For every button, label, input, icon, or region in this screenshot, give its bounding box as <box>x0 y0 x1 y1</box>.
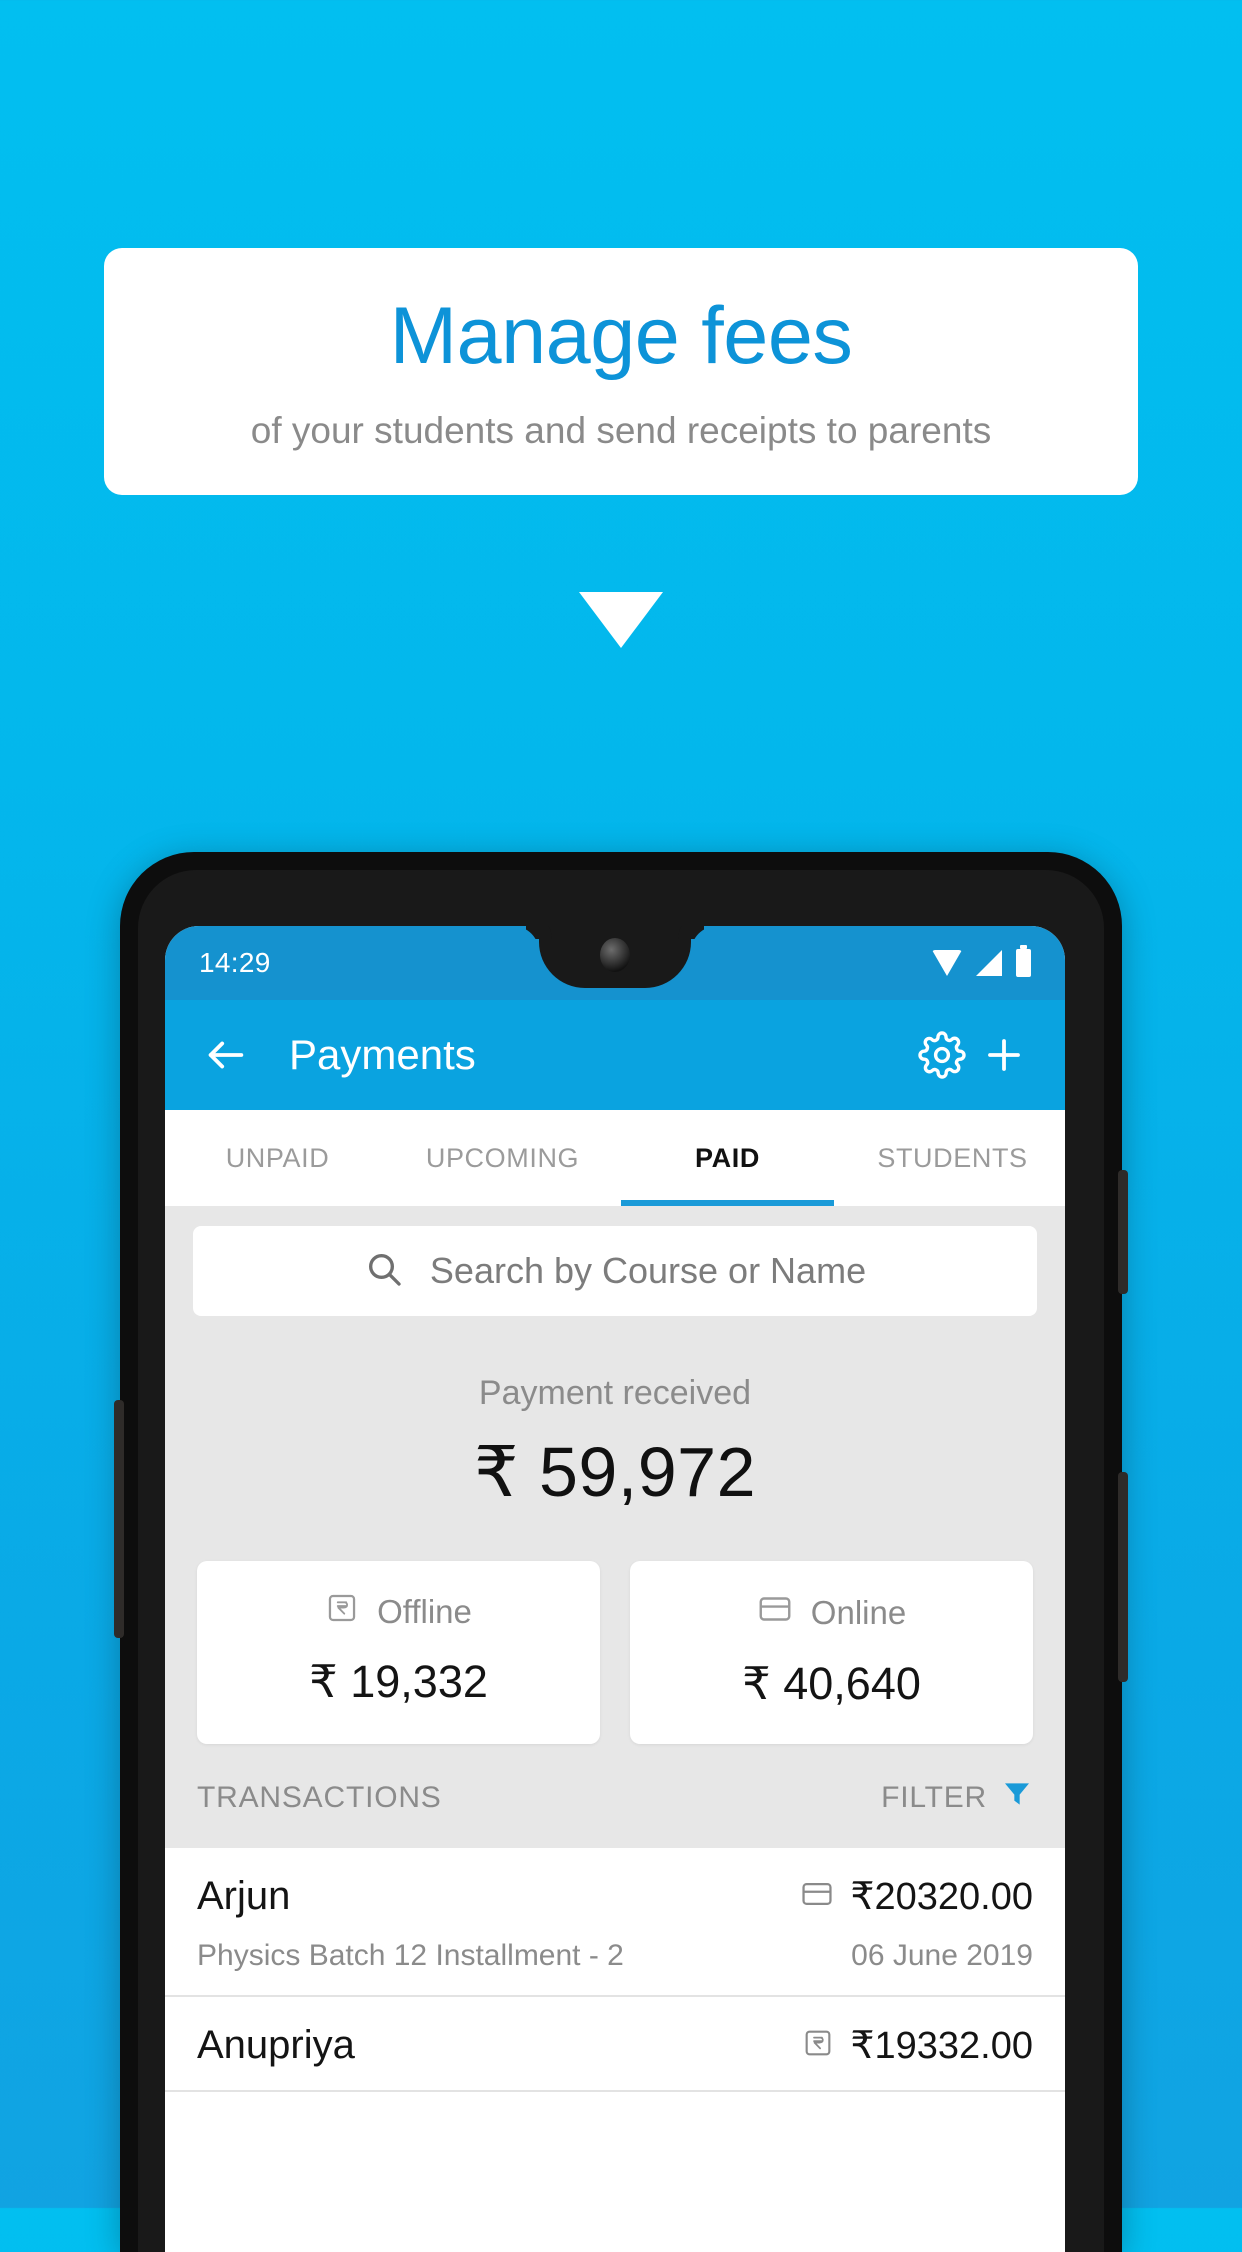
payment-received-label: Payment received <box>478 1374 752 1412</box>
battery-icon <box>1016 945 1031 977</box>
app-bar-title: Payments <box>289 1031 476 1078</box>
status-bar-clock: 14:29 <box>199 947 271 978</box>
transaction-name: Arjun <box>197 1874 291 1918</box>
payment-split-cards: Offline ₹ 19,332 Online ₹ 40,640 <box>165 1525 1065 1744</box>
promo-callout-tail <box>579 592 663 648</box>
transaction-secondary-line: Physics Batch 12 Installment - 2 06 June… <box>197 1939 1033 1973</box>
offline-card-label: Offline <box>377 1593 472 1630</box>
online-card-header: Online <box>630 1591 1033 1635</box>
transaction-description: Physics Batch 12 Installment - 2 <box>197 1939 624 1972</box>
filter-label: FILTER <box>881 1781 987 1814</box>
online-card-icon <box>757 1591 793 1635</box>
online-card-icon <box>800 1877 834 1916</box>
offline-card-header: Offline <box>197 1591 600 1633</box>
display-notch <box>539 926 691 988</box>
wifi-icon <box>932 950 962 976</box>
table-row[interactable]: Arjun ₹20320.00 Physics Batch 12 Install… <box>165 1848 1065 1997</box>
transaction-primary-line: Arjun ₹20320.00 <box>197 1874 1033 1919</box>
table-row[interactable]: Anupriya ₹19332.00 <box>165 1997 1065 2092</box>
left-side-button[interactable] <box>114 1400 124 1638</box>
online-card-label: Online <box>810 1594 907 1631</box>
promo-title: Manage fees <box>389 291 853 381</box>
transaction-name: Anupriya <box>197 2023 355 2067</box>
transaction-amount-group: ₹19332.00 <box>802 2023 1033 2068</box>
tab-paid[interactable]: PAID <box>615 1110 840 1206</box>
promo-subtitle: of your students and send receipts to pa… <box>250 410 992 452</box>
search-icon <box>364 1249 404 1294</box>
paid-tab-content: Search by Course or Name Payment receive… <box>165 1206 1065 1848</box>
app-bar: Payments <box>165 1000 1065 1110</box>
tab-students[interactable]: STUDENTS <box>840 1110 1065 1206</box>
power-button[interactable] <box>1118 1170 1128 1294</box>
online-card-amount: ₹ 40,640 <box>742 1658 921 1709</box>
transaction-date: 06 June 2019 <box>851 1939 1033 1972</box>
promo-callout: Manage fees of your students and send re… <box>104 248 1138 496</box>
payment-summary: Payment received ₹ 59,972 <box>165 1316 1065 1525</box>
search-placeholder: Search by Course or Name <box>429 1250 867 1291</box>
front-camera-icon <box>600 938 630 972</box>
transactions-header: TRANSACTIONS FILTER <box>165 1744 1065 1848</box>
plus-icon[interactable] <box>973 1024 1035 1086</box>
online-card[interactable]: Online ₹ 40,640 <box>630 1561 1033 1744</box>
phone-mockup: 14:29 Payments UNPAID UPCOMING PAID STUD… <box>114 852 1128 2252</box>
offline-rupee-icon <box>325 1591 359 1633</box>
transaction-primary-line: Anupriya ₹19332.00 <box>197 2023 1033 2068</box>
gear-icon[interactable] <box>911 1024 973 1086</box>
tab-unpaid[interactable]: UNPAID <box>165 1110 390 1206</box>
offline-card[interactable]: Offline ₹ 19,332 <box>197 1561 600 1744</box>
filter-button[interactable]: FILTER <box>881 1778 1033 1818</box>
search-section: Search by Course or Name <box>165 1206 1065 1316</box>
offline-rupee-icon <box>802 2027 834 2064</box>
volume-button[interactable] <box>1118 1472 1128 1682</box>
tab-bar: UNPAID UPCOMING PAID STUDENTS <box>165 1110 1065 1206</box>
back-arrow-icon[interactable] <box>195 1024 257 1086</box>
status-bar: 14:29 <box>165 926 1065 1000</box>
signal-icon <box>976 950 1002 976</box>
phone-bezel: 14:29 Payments UNPAID UPCOMING PAID STUD… <box>138 870 1104 2252</box>
search-input[interactable]: Search by Course or Name <box>193 1226 1037 1316</box>
transaction-amount-group: ₹20320.00 <box>800 1874 1033 1919</box>
phone-screen: 14:29 Payments UNPAID UPCOMING PAID STUD… <box>165 926 1065 2252</box>
transactions-title: TRANSACTIONS <box>197 1781 442 1814</box>
status-bar-icons <box>932 945 1031 977</box>
transaction-list: Arjun ₹20320.00 Physics Batch 12 Install… <box>165 1848 1065 2092</box>
filter-funnel-icon <box>1001 1778 1033 1818</box>
transaction-amount: ₹20320.00 <box>850 1876 1033 1918</box>
tab-upcoming[interactable]: UPCOMING <box>390 1110 615 1206</box>
offline-card-amount: ₹ 19,332 <box>309 1656 488 1707</box>
transaction-amount: ₹19332.00 <box>850 2025 1033 2067</box>
payment-received-amount: ₹ 59,972 <box>473 1433 757 1511</box>
